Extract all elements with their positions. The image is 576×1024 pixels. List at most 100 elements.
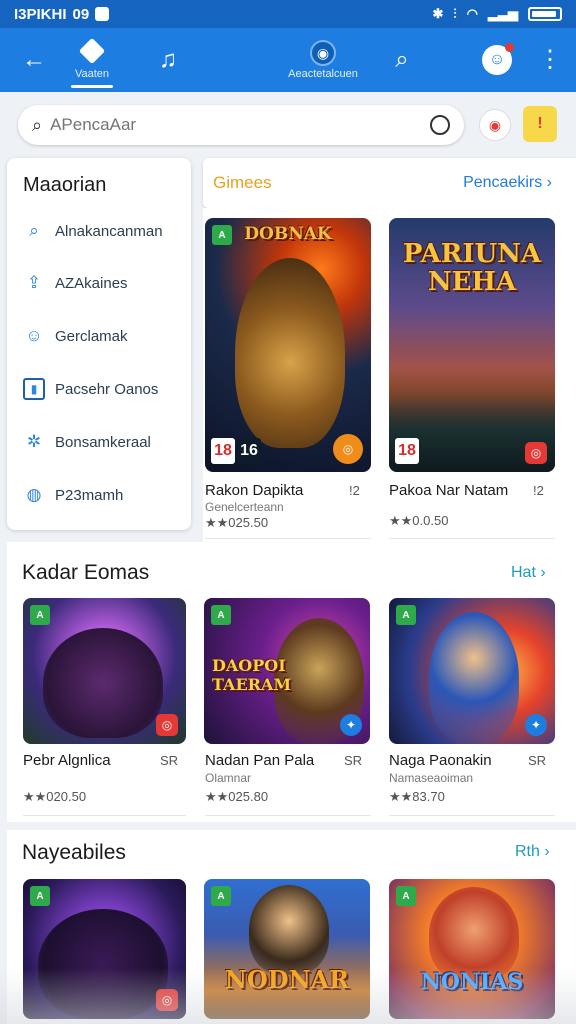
game-title: Pakoa Nar Natam — [389, 482, 509, 499]
game-artwork[interactable]: A ◎ — [23, 879, 186, 1019]
menu-item-label: AZAkaines — [55, 274, 128, 292]
character-art — [429, 612, 519, 744]
search-icon: ⌕ — [29, 221, 39, 240]
game-count: SR — [160, 753, 179, 768]
section-see-all-link[interactable]: Hat › — [511, 564, 546, 582]
wifi-icon: ◠ — [466, 6, 478, 21]
store-badge-icon: ◎ — [525, 442, 547, 464]
app-badge-icon: A — [30, 886, 50, 906]
search-icon: ⌕ — [32, 114, 43, 135]
divider — [389, 538, 555, 539]
globe-icon: ◉ — [310, 40, 336, 66]
menu-item-label: Gerclamak — [55, 327, 128, 345]
section-title: Nayeabiles — [22, 841, 126, 864]
game-rating: ★★025.50 — [205, 515, 269, 530]
side-menu: Maaorian ⌕ Alnakancanman ⇪ AZAkaines ☺ G… — [7, 158, 191, 530]
age-rating: 18 — [395, 438, 419, 464]
art-title: PARIUNA NEHA — [402, 239, 542, 297]
games-title: Gimees — [213, 173, 272, 192]
see-all-link[interactable]: Pencaekirs › — [463, 174, 552, 192]
record-icon: ◉ — [488, 116, 502, 133]
menu-item-compass[interactable]: ✲ Bonsamkeraal — [23, 427, 188, 457]
character-art — [43, 628, 163, 738]
app-badge-icon: A — [211, 886, 231, 906]
store-badge-icon: ◎ — [156, 989, 178, 1011]
tab-globe[interactable]: ◉ Aeactetalcuen — [278, 28, 368, 92]
game-subtitle: Olamnar — [205, 771, 252, 785]
profile-button[interactable]: ☺ — [480, 28, 514, 92]
play-badge-icon: ✦ — [525, 714, 547, 736]
menu-item-upload[interactable]: ⇪ AZAkaines — [23, 268, 188, 298]
tab-label: Aeactetalcuen — [288, 68, 358, 80]
game-artwork[interactable]: DAOPOI TAERAM A ✦ — [204, 598, 370, 744]
art-title: NODNAR — [224, 965, 350, 994]
game-rating: ★★0.0.50 — [389, 513, 449, 528]
app-badge-icon: A — [396, 886, 416, 906]
menu-item-label: Pacsehr Oanos — [55, 380, 159, 398]
compass-icon: ✲ — [26, 432, 42, 451]
menu-title: Maaorian — [23, 174, 107, 196]
divider — [23, 815, 186, 816]
active-tab-indicator — [71, 85, 113, 88]
app-badge-icon: A — [211, 605, 231, 625]
game-title: Pebr Algnlica — [23, 752, 111, 769]
game-rating: ★★020.50 — [23, 789, 87, 804]
notification-dot — [505, 43, 514, 52]
art-title: DAOPOI TAERAM — [212, 656, 292, 694]
tab-vaaten[interactable]: Vaaten — [62, 28, 122, 92]
game-artwork[interactable]: NONIAS A — [389, 879, 555, 1019]
tab-label: Vaaten — [74, 68, 110, 80]
back-arrow-icon: ← — [22, 46, 46, 73]
play-badge-icon: ✦ — [340, 714, 362, 736]
divider — [389, 815, 555, 816]
menu-item-book[interactable]: ▮ Pacsehr Oanos — [23, 374, 188, 404]
search-bar[interactable]: ⌕ — [18, 105, 464, 145]
carrier-label: I3PIKHI — [14, 5, 67, 23]
menu-item-chat[interactable]: ◍ P23mamh — [23, 480, 188, 510]
game-artwork[interactable]: DOBNAK A 18 16 ◎ — [205, 218, 371, 472]
vibrate-icon: ⫶ — [453, 6, 457, 21]
age-rating: 18 16 — [211, 438, 261, 464]
game-artwork[interactable]: A ◎ — [23, 598, 186, 744]
battery-icon — [528, 7, 562, 21]
menu-item-label: P23mamh — [55, 486, 124, 504]
search-input[interactable] — [50, 115, 430, 135]
search-icon: ⌕ — [395, 46, 409, 73]
app-badge-icon: A — [396, 605, 416, 625]
clock: 09 — [72, 5, 90, 23]
tab-music[interactable]: ♫ — [150, 28, 186, 92]
game-artwork[interactable]: A ✦ — [389, 598, 555, 744]
avatar-icon: ☺ — [482, 43, 514, 75]
more-button[interactable]: ⋮ — [538, 28, 562, 92]
user-icon: ☺ — [25, 326, 43, 345]
back-button[interactable]: ← — [18, 28, 50, 92]
signal-icon: ▂▃▅ — [488, 6, 518, 21]
menu-item-user[interactable]: ☺ Gerclamak — [23, 321, 188, 351]
game-artwork[interactable]: PARIUNA NEHA 18 ◎ — [389, 218, 555, 472]
section-title: Kadar Eomas — [22, 561, 150, 584]
bluetooth-icon: ✱ — [432, 6, 444, 21]
chat-icon: ◍ — [26, 485, 42, 504]
menu-item-label: Alnakancanman — [55, 222, 163, 240]
divider — [205, 538, 371, 539]
menu-item-search[interactable]: ⌕ Alnakancanman — [23, 216, 188, 246]
game-subtitle: Genelcerteann — [205, 500, 284, 514]
character-art — [429, 887, 519, 982]
character-art — [38, 909, 168, 1019]
menu-item-label: Bonsamkeraal — [55, 433, 151, 451]
game-title: Nadan Pan Pala — [205, 752, 315, 769]
age-rating-16: 16 — [237, 438, 261, 464]
age-rating-18: 18 — [395, 438, 419, 464]
record-button[interactable]: ◉ — [479, 109, 511, 141]
character-art — [235, 258, 345, 448]
divider — [205, 815, 371, 816]
tab-search[interactable]: ⌕ — [386, 28, 418, 92]
section-see-all-link[interactable]: Rth › — [515, 843, 550, 861]
lens-icon[interactable] — [430, 115, 450, 135]
game-artwork[interactable]: NODNAR A — [204, 879, 370, 1019]
game-count: SR — [344, 753, 363, 768]
game-rating: ★★83.70 — [389, 789, 445, 804]
status-bar: I3PIKHI 09 ✱ ⫶ ◠ ▂▃▅ — [0, 0, 576, 28]
alert-button[interactable]: ! — [523, 106, 557, 142]
games-header: Gimees Pencaekirs › — [203, 158, 576, 208]
